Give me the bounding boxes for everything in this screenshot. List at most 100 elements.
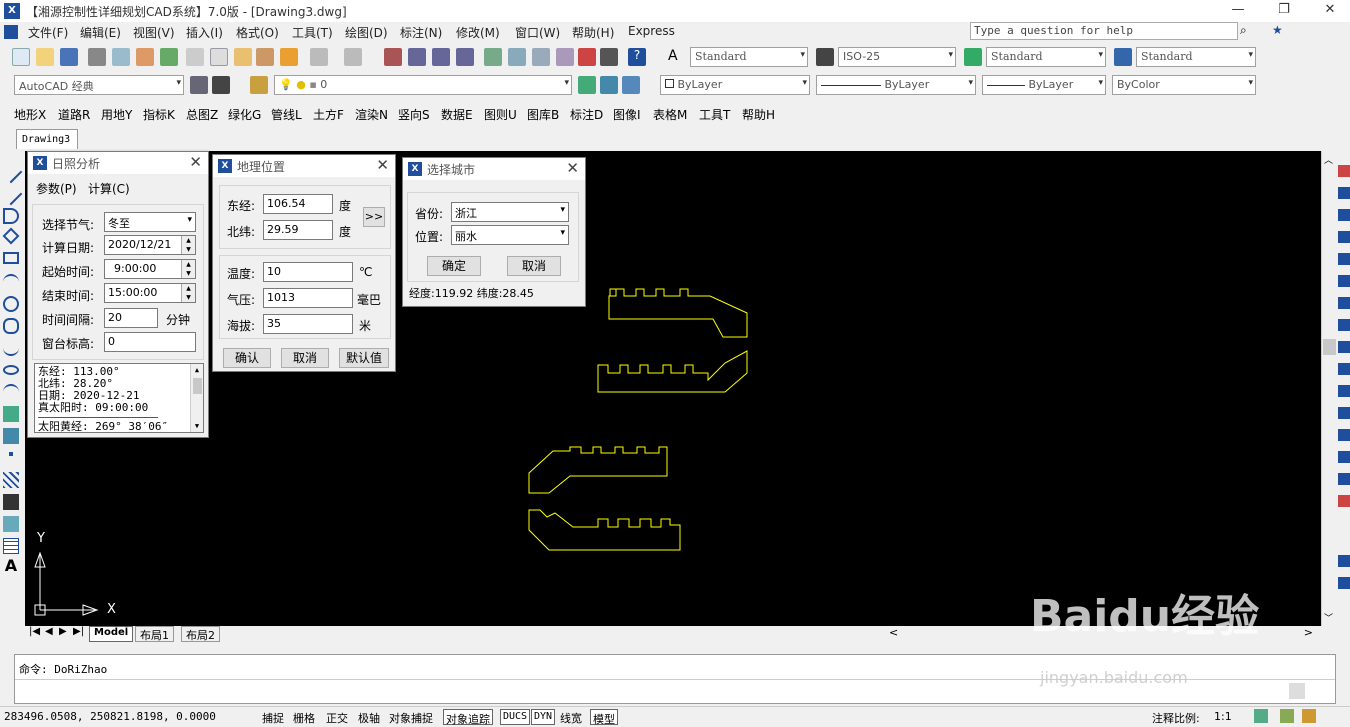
tab-model[interactable]: Model [89, 626, 134, 642]
dim-linear-icon[interactable] [1338, 555, 1350, 567]
mtext-icon[interactable]: A [3, 558, 19, 574]
workspace-select[interactable]: AutoCAD 经典 ▾ [14, 75, 184, 95]
more-button[interactable]: >> [363, 207, 385, 227]
dim-style-select[interactable]: ISO-25 ▾ [838, 47, 956, 67]
custom-menu-help[interactable]: 帮助H [742, 106, 775, 123]
dim-aligned-icon[interactable] [1338, 577, 1350, 589]
toolbar-lock-icon[interactable] [1302, 709, 1316, 723]
close-icon[interactable]: ✕ [566, 159, 579, 177]
tab-layout1[interactable]: 布局1 [135, 626, 174, 642]
lineweight-select[interactable]: ByLayer ▾ [982, 75, 1106, 95]
explode-icon[interactable] [1338, 495, 1350, 507]
save-icon[interactable] [60, 48, 78, 66]
ducs-toggle[interactable]: DUCS [500, 709, 531, 725]
custom-menu-landuse[interactable]: 用地Y [101, 106, 132, 123]
zoom-previous-icon[interactable] [456, 48, 474, 66]
custom-menu-plan[interactable]: 图则U [484, 106, 517, 123]
menu-view[interactable]: 视图(V) [133, 24, 175, 41]
undo-icon[interactable] [310, 48, 328, 66]
menu-modify[interactable]: 修改(M) [456, 24, 500, 41]
model-toggle[interactable]: 模型 [590, 709, 618, 726]
custom-menu-sitemap[interactable]: 总图Z [186, 106, 218, 123]
minimize-button[interactable]: — [1216, 0, 1260, 22]
date-field[interactable]: 2020/12/21 ▲ ▼ [104, 235, 196, 255]
designcenter-icon[interactable] [508, 48, 526, 66]
custom-menu-library[interactable]: 图库B [527, 106, 559, 123]
grid-toggle[interactable]: 栅格 [291, 709, 317, 725]
circle-icon[interactable] [3, 296, 19, 312]
break-icon[interactable] [1338, 407, 1350, 419]
tab-nav-next-icon[interactable]: ▶ [59, 626, 67, 637]
temperature-field[interactable]: 10 [263, 262, 353, 282]
interval-field[interactable]: 20 [104, 308, 158, 328]
altitude-field[interactable]: 35 [263, 314, 353, 334]
close-icon[interactable]: ✕ [189, 153, 202, 171]
doc-icon[interactable] [4, 25, 18, 39]
dyn-toggle[interactable]: DYN [531, 709, 556, 725]
region-icon[interactable] [3, 516, 19, 532]
toolpalettes-icon[interactable] [532, 48, 550, 66]
cancel-button[interactable]: 取消 [281, 348, 329, 368]
layer-manager-icon[interactable] [250, 76, 268, 94]
custom-menu-tools[interactable]: 工具T [699, 106, 730, 123]
xline-icon[interactable] [0, 182, 23, 206]
scroll-left-icon[interactable]: < [889, 626, 898, 639]
tab-nav-last-icon[interactable]: ▶| [73, 626, 84, 637]
scale-icon[interactable] [1338, 319, 1350, 331]
vertical-scroll-thumb[interactable] [1323, 339, 1336, 355]
annotation-scale-value[interactable]: 1:1 [1212, 709, 1234, 725]
custom-menu-render[interactable]: 渲染N [355, 106, 388, 123]
table-icon[interactable] [3, 538, 19, 554]
custom-menu-pipeline[interactable]: 管线L [271, 106, 302, 123]
menu-edit[interactable]: 编辑(E) [80, 24, 121, 41]
custom-menu-vertical[interactable]: 竖向S [398, 106, 430, 123]
polar-toggle[interactable]: 极轴 [356, 709, 382, 725]
erase-icon[interactable] [1338, 165, 1350, 177]
hatch-icon[interactable] [3, 472, 19, 488]
preview-icon[interactable] [112, 48, 130, 66]
search-icon[interactable]: ⌕ [1240, 23, 1256, 39]
custom-menu-road[interactable]: 道路R [58, 106, 90, 123]
custom-menu-data[interactable]: 数据E [441, 106, 473, 123]
sill-field[interactable]: 0 [104, 332, 196, 352]
menu-help[interactable]: 帮助(H) [572, 24, 614, 41]
ellipse-icon[interactable] [3, 365, 19, 375]
tab-params[interactable]: 参数(P) [36, 180, 77, 197]
table-style-select[interactable]: Standard ▾ [986, 47, 1106, 67]
chamfer-icon[interactable] [1338, 451, 1350, 463]
properties-icon[interactable] [484, 48, 502, 66]
trim-icon[interactable] [1338, 363, 1350, 375]
stretch-icon[interactable] [1338, 341, 1350, 353]
season-select[interactable]: 冬至 ▾ [104, 212, 196, 232]
polygon-icon[interactable] [2, 227, 20, 245]
cancel-button[interactable]: 取消 [507, 256, 561, 276]
move-icon[interactable] [1338, 275, 1350, 287]
start-time-field[interactable]: 9:00:00 ▲ ▼ [104, 259, 196, 279]
text-style-select[interactable]: Standard ▾ [690, 47, 808, 67]
tab-layout2[interactable]: 布局2 [181, 626, 220, 642]
tab-drawing3[interactable]: Drawing3 [16, 129, 78, 149]
osnap-toggle[interactable]: 对象捕捉 [387, 709, 435, 725]
ortho-toggle[interactable]: 正交 [324, 709, 350, 725]
tab-nav-prev-icon[interactable]: ◀ [45, 626, 53, 637]
info-scroll-thumb[interactable] [192, 378, 202, 394]
polyline-icon[interactable] [3, 208, 19, 224]
menu-express[interactable]: Express [628, 24, 675, 38]
join-icon[interactable] [1338, 429, 1350, 441]
menu-window[interactable]: 窗口(W) [515, 24, 560, 41]
scroll-down-icon[interactable]: ﹀ [1324, 611, 1333, 624]
make-block-icon[interactable] [3, 428, 19, 444]
copy-icon[interactable] [210, 48, 228, 66]
ok-button[interactable]: 确定 [427, 256, 481, 276]
custom-menu-earthwork[interactable]: 土方F [313, 106, 344, 123]
arc-icon[interactable] [3, 274, 19, 290]
close-button[interactable]: ✕ [1308, 0, 1350, 22]
autoscale-icon[interactable] [1280, 709, 1294, 723]
custom-menu-terrain[interactable]: 地形X [14, 106, 46, 123]
zoom-realtime-icon[interactable] [408, 48, 426, 66]
extend-icon[interactable] [1338, 385, 1350, 397]
linetype-select[interactable]: ByLayer ▾ [816, 75, 976, 95]
mleader-style-select[interactable]: Standard ▾ [1136, 47, 1256, 67]
scroll-down-icon[interactable]: ▼ [191, 420, 203, 432]
layer-previous-icon[interactable] [600, 76, 618, 94]
